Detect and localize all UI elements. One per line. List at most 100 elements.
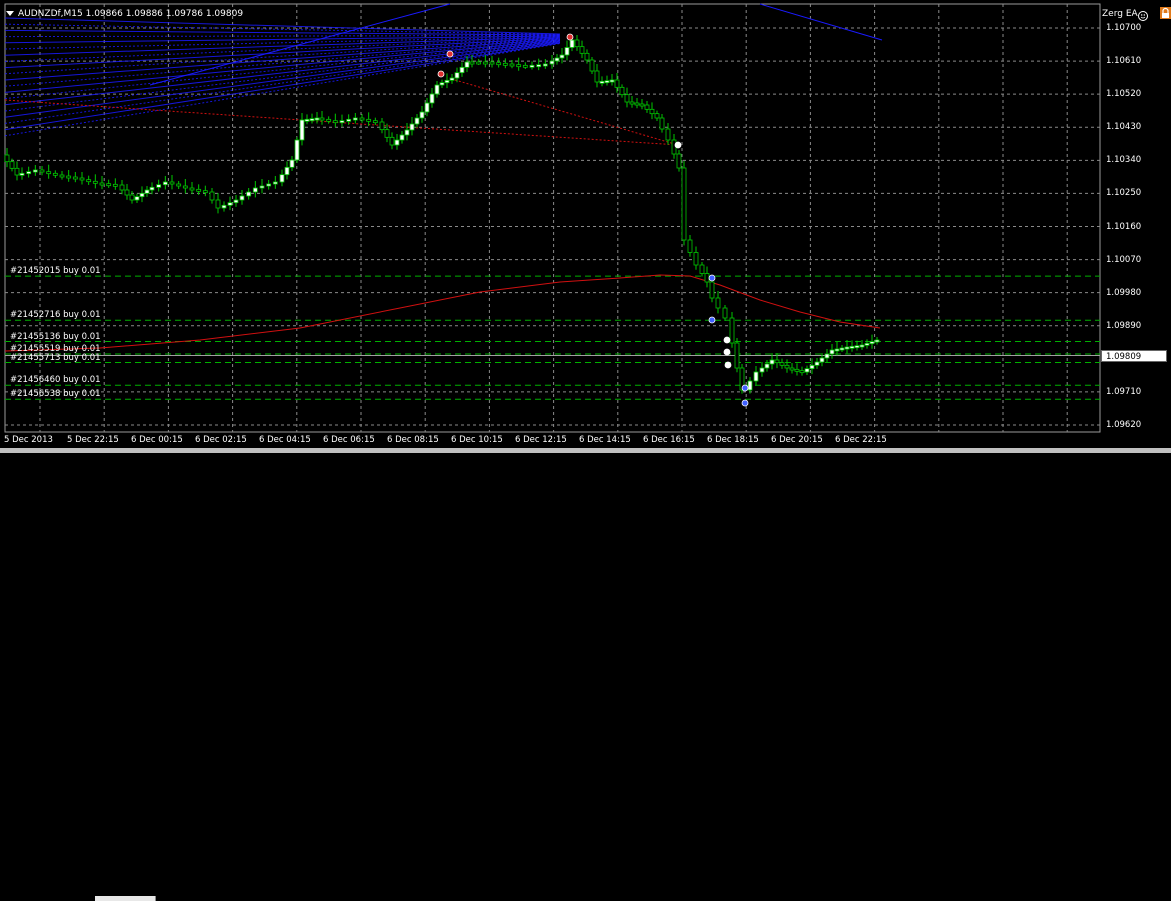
candle-body xyxy=(4,154,10,163)
order-label: #21455136 buy 0.01 xyxy=(10,331,101,342)
candle-body xyxy=(509,63,515,67)
trade-marker xyxy=(723,348,731,356)
candle-body xyxy=(729,317,735,344)
candle-body xyxy=(379,121,385,131)
candle-body xyxy=(874,339,880,343)
candle-body xyxy=(221,204,227,209)
trade-marker xyxy=(708,316,716,324)
candle-body xyxy=(424,102,430,113)
candle-body xyxy=(722,307,728,319)
candle-body xyxy=(804,368,810,373)
candle-body xyxy=(366,118,372,122)
candle-body xyxy=(709,281,715,299)
trend-line xyxy=(419,127,679,146)
fan-line xyxy=(4,29,561,36)
candle-body xyxy=(529,64,535,68)
candle-body xyxy=(326,118,332,122)
candle-body xyxy=(352,117,358,121)
price-tick-label: 1.10430 xyxy=(1106,122,1142,133)
chart-window[interactable]: AUDNZDf,M15 1.09866 1.09886 1.09786 1.09… xyxy=(0,0,1171,901)
candle-body xyxy=(584,52,590,61)
candle-body xyxy=(156,184,162,188)
candle-body xyxy=(215,199,221,209)
order-label: #21456460 buy 0.01 xyxy=(10,375,101,386)
price-chart[interactable] xyxy=(0,0,1171,453)
time-tick-label: 6 Dec 00:15 xyxy=(131,435,183,445)
candle-body xyxy=(169,181,175,185)
candle-body xyxy=(346,118,352,122)
candle-body xyxy=(139,192,145,198)
candle-body xyxy=(619,86,625,96)
candle-body xyxy=(444,79,450,84)
candle-body xyxy=(32,169,38,173)
candle-body xyxy=(864,342,870,346)
candle-body xyxy=(859,344,865,348)
candle-body xyxy=(46,171,52,175)
candle-body xyxy=(246,191,252,197)
candle-body xyxy=(454,72,460,79)
candle-body xyxy=(614,79,620,88)
candle-body xyxy=(26,171,32,175)
fan-line xyxy=(4,41,561,112)
candle-body xyxy=(227,202,233,206)
candle-body xyxy=(659,117,665,130)
candle-body xyxy=(202,190,208,194)
triangle-down-icon[interactable] xyxy=(6,11,14,16)
candle-body xyxy=(654,113,660,119)
candle-body xyxy=(536,64,542,68)
trade-marker xyxy=(741,384,749,392)
candle-body xyxy=(699,264,705,274)
time-tick-label: 6 Dec 18:15 xyxy=(707,435,759,445)
candle-body xyxy=(86,179,92,183)
fan-line xyxy=(4,39,561,93)
candle-body xyxy=(609,79,615,83)
candle-body xyxy=(496,62,502,66)
candle-body xyxy=(564,47,570,56)
candle-body xyxy=(476,61,482,65)
candle-body xyxy=(849,345,855,349)
candle-body xyxy=(112,183,118,187)
price-tick-label: 1.10160 xyxy=(1106,221,1142,232)
price-tick-label: 1.10610 xyxy=(1106,56,1142,67)
candle-body xyxy=(834,348,840,352)
candle-body xyxy=(809,364,815,370)
candle-body xyxy=(559,54,565,59)
lock-icon[interactable] xyxy=(1159,4,1171,19)
candle-body xyxy=(482,61,488,65)
trade-marker xyxy=(446,50,454,58)
candle-body xyxy=(79,177,85,181)
smiley-icon[interactable] xyxy=(1138,11,1148,21)
candle-body xyxy=(39,169,45,173)
candle-body xyxy=(279,174,285,183)
candle-body xyxy=(66,175,72,179)
fan-line xyxy=(4,35,561,38)
trend-line xyxy=(454,79,679,146)
candle-body xyxy=(789,367,795,371)
candle-body xyxy=(542,63,548,67)
time-tick-label: 6 Dec 20:15 xyxy=(771,435,823,445)
candle-body xyxy=(233,199,239,204)
candle-body xyxy=(579,46,585,54)
candle-body xyxy=(522,64,528,68)
candle-body xyxy=(819,357,825,363)
price-tick-label: 1.10520 xyxy=(1106,89,1142,100)
fan-line xyxy=(4,40,561,106)
candle-body xyxy=(676,153,682,169)
candle-body xyxy=(624,94,630,103)
fan-line xyxy=(4,42,561,131)
candle-body xyxy=(794,368,800,372)
trade-marker xyxy=(741,399,749,407)
candle-body xyxy=(162,181,168,186)
candle-body xyxy=(854,345,860,349)
time-tick-label: 6 Dec 06:15 xyxy=(323,435,375,445)
candle-body xyxy=(824,353,830,359)
candle-body xyxy=(399,134,405,141)
candle-body xyxy=(72,176,78,180)
candle-body xyxy=(259,185,265,189)
expert-name: Zerg EA xyxy=(1102,9,1138,19)
order-label: #21456538 buy 0.01 xyxy=(10,389,101,400)
scrollbar-thumb[interactable] xyxy=(95,896,156,901)
time-tick-label: 6 Dec 14:15 xyxy=(579,435,631,445)
horizontal-scrollbar[interactable] xyxy=(0,448,1171,901)
moving-average-line xyxy=(4,274,881,352)
